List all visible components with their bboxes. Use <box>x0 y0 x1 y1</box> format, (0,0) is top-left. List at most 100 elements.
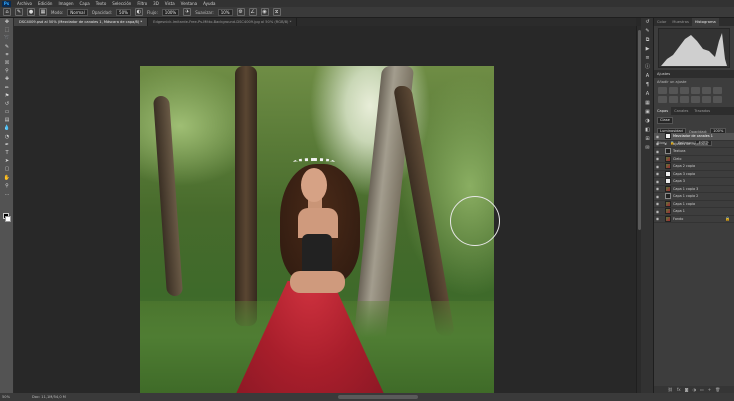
fx-icon[interactable]: fx <box>677 386 681 393</box>
layer-row[interactable]: ◉ Capa 3 copia <box>654 170 734 178</box>
type-tool-icon[interactable]: T <box>0 149 14 157</box>
menu-archivo[interactable]: Archivo <box>14 0 35 7</box>
tab-color[interactable]: Color <box>654 18 669 26</box>
layer-row[interactable]: ◉ Capa 3 <box>654 178 734 186</box>
layer-row[interactable]: ◉ Mezclador de canales 1 <box>654 133 734 141</box>
eraser-tool-icon[interactable]: ▭ <box>0 108 14 116</box>
path-selection-icon[interactable]: ➤ <box>0 157 14 165</box>
frame-tool-icon[interactable]: ☒ <box>0 59 14 67</box>
document-canvas-image[interactable] <box>140 66 494 393</box>
gradient-tool-icon[interactable]: ▤ <box>0 116 14 124</box>
black-white-icon[interactable] <box>669 96 678 103</box>
menu-edicion[interactable]: Edición <box>35 0 55 7</box>
eye-icon[interactable]: ◉ <box>654 149 661 154</box>
dodge-tool-icon[interactable]: ◔ <box>0 133 14 141</box>
tab-layers[interactable]: Capas <box>654 107 672 115</box>
menu-filtro[interactable]: Filtro <box>134 0 150 7</box>
brush-tool-icon[interactable]: ✎ <box>15 8 23 16</box>
zoom-level[interactable]: 50% <box>0 393 18 401</box>
menu-imagen[interactable]: Imagen <box>55 0 76 7</box>
menu-capa[interactable]: Capa <box>77 0 93 7</box>
trash-icon[interactable]: 🗑 <box>715 386 720 393</box>
info-icon[interactable]: ⓘ <box>641 63 654 72</box>
color-lookup-icon[interactable] <box>702 96 711 103</box>
group-icon[interactable]: ▭ <box>700 386 704 393</box>
brightness-icon[interactable] <box>658 87 667 94</box>
eye-icon[interactable]: ◉ <box>654 209 661 214</box>
smoothing-field[interactable]: 10% <box>217 8 233 16</box>
menu-texto[interactable]: Texto <box>93 0 110 7</box>
brush-settings-icon[interactable]: ▦ <box>39 8 47 16</box>
adjustments-header[interactable]: Ajustes <box>654 70 734 78</box>
adjustments-icon[interactable]: ◑ <box>641 117 654 126</box>
background-color-swatch[interactable] <box>5 216 11 222</box>
tab-swatches[interactable]: Muestras <box>669 18 691 26</box>
levels-icon[interactable] <box>669 87 678 94</box>
layer-kind-filter[interactable]: Clase <box>657 117 673 124</box>
eye-icon[interactable]: ◉ <box>654 171 661 176</box>
tab-document-jpg[interactable]: Edgesnick-Imitarde-Free-Ps-Mitto-Backgro… <box>148 18 298 26</box>
curves-icon[interactable] <box>680 87 689 94</box>
eye-icon[interactable]: ◉ <box>654 164 661 169</box>
eye-icon[interactable]: ◉ <box>654 216 661 221</box>
notes-icon[interactable]: ✉ <box>641 144 654 153</box>
brush-tool-icon[interactable]: ✏ <box>0 84 14 92</box>
eye-icon[interactable]: ◉ <box>654 186 661 191</box>
eye-icon[interactable]: ◉ <box>654 156 661 161</box>
brush-preset-icon[interactable]: ● <box>27 8 35 16</box>
hand-tool-icon[interactable]: ✋ <box>0 174 14 182</box>
opacity-field[interactable]: 50% <box>116 8 131 16</box>
smoothing-options-icon[interactable]: ⚙ <box>236 8 245 16</box>
eye-icon[interactable]: ◉ <box>654 201 661 206</box>
move-tool-icon[interactable]: ✥ <box>0 18 14 26</box>
layer-row[interactable]: ◉ Capa 1 copia 3 <box>654 185 734 193</box>
color-balance-icon[interactable] <box>658 96 667 103</box>
horizontal-scrollbar[interactable] <box>98 393 734 401</box>
home-icon[interactable]: ⌂ <box>3 8 11 16</box>
pen-tool-icon[interactable]: ✒ <box>0 141 14 149</box>
glyphs-icon[interactable]: A <box>641 72 654 81</box>
clone-source-icon[interactable]: ⧉ <box>641 36 654 45</box>
eye-icon[interactable]: ◉ <box>654 194 661 199</box>
library-icon[interactable]: ▣ <box>641 108 654 117</box>
quick-selection-icon[interactable]: ✎ <box>0 43 14 51</box>
symmetry-icon[interactable]: ⧖ <box>272 8 281 16</box>
layer-row[interactable]: ◉ ▸ ajustes de Pincelada <box>654 141 734 148</box>
invert-icon[interactable] <box>713 96 722 103</box>
link-icon[interactable]: ⛓ <box>668 386 673 393</box>
menu-seleccion[interactable]: Selección <box>109 0 134 7</box>
menu-ventana[interactable]: Ventana <box>178 0 200 7</box>
brush-settings-icon[interactable]: ✎ <box>641 27 654 36</box>
vibrance-icon[interactable] <box>702 87 711 94</box>
menu-vista[interactable]: Vista <box>162 0 178 7</box>
eyedropper-tool-icon[interactable]: ⚲ <box>0 67 14 75</box>
shape-tool-icon[interactable]: ▢ <box>0 165 14 173</box>
pressure-size-icon[interactable]: ◉ <box>260 8 269 16</box>
layer-row[interactable]: ◉ Textura <box>654 148 734 156</box>
angle-icon[interactable]: ∠ <box>248 8 257 16</box>
layer-comps-icon[interactable]: ◧ <box>641 126 654 135</box>
layer-row[interactable]: ◉ Cielo <box>654 155 734 163</box>
exposure-icon[interactable] <box>691 87 700 94</box>
menu-3d[interactable]: 3D <box>150 0 162 7</box>
healing-brush-icon[interactable]: ✚ <box>0 75 14 83</box>
new-layer-icon[interactable]: + <box>708 386 711 393</box>
adjustment-layer-icon[interactable]: ◑ <box>693 386 697 393</box>
layer-row[interactable]: ◉ Capa 1 copia 2 <box>654 193 734 201</box>
zoom-tool-icon[interactable]: ⚲ <box>0 182 14 190</box>
character-icon[interactable]: Ａ <box>641 90 654 99</box>
more-tools-icon[interactable]: … <box>0 190 14 198</box>
menu-ayuda[interactable]: Ayuda <box>200 0 218 7</box>
clone-stamp-icon[interactable]: ⚑ <box>0 92 14 100</box>
properties-icon[interactable]: ≡ <box>641 54 654 63</box>
layer-row[interactable]: ◉ Capa 2 copia <box>654 163 734 171</box>
tab-document-psd[interactable]: DSC4009.psd al 50% (Mezclador de canales… <box>14 18 149 26</box>
blur-tool-icon[interactable]: 💧 <box>0 124 14 132</box>
marquee-tool-icon[interactable]: ⬚ <box>0 26 14 34</box>
layer-row[interactable]: ◉ Capa 1 copia <box>654 200 734 208</box>
airbrush-icon[interactable]: ✈ <box>183 8 192 16</box>
tab-channels[interactable]: Canales <box>671 107 691 115</box>
eye-icon[interactable]: ◉ <box>654 141 661 146</box>
tab-paths[interactable]: Trazados <box>691 107 713 115</box>
history-icon[interactable]: ↺ <box>641 18 654 27</box>
